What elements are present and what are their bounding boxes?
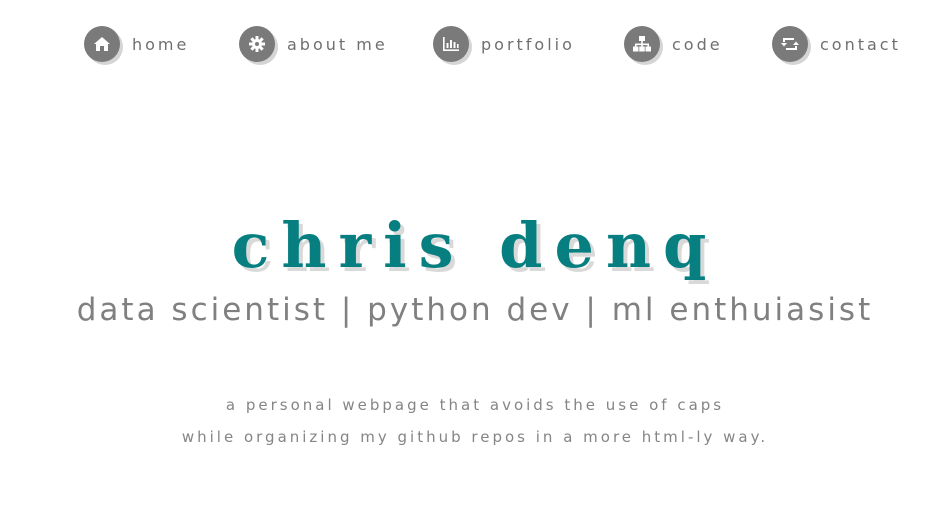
nav-label-portfolio: portfolio — [481, 34, 575, 54]
top-nav: home about me portfolio code contact — [0, 24, 950, 64]
hero-name: chris denq — [231, 209, 719, 282]
retweet-icon — [772, 26, 808, 62]
page: home about me portfolio code contact chr… — [0, 0, 950, 527]
home-icon — [84, 26, 120, 62]
nav-label-home: home — [132, 34, 190, 54]
nav-item-home[interactable]: home — [84, 24, 189, 64]
nav-item-portfolio[interactable]: portfolio — [433, 24, 575, 64]
tagline-line-2: while organizing my github repos in a mo… — [181, 428, 769, 446]
bar-chart-icon — [433, 26, 469, 62]
gear-icon — [239, 26, 275, 62]
nav-item-code[interactable]: code — [624, 24, 723, 64]
nav-label-contact: contact — [820, 34, 901, 54]
nav-label-about-me: about me — [287, 34, 388, 54]
hero-subtitle: data scientist | python dev | ml enthuia… — [76, 292, 874, 328]
nav-label-code: code — [672, 34, 723, 54]
nav-item-about-me[interactable]: about me — [239, 24, 388, 64]
tagline-line-1: a personal webpage that avoids the use o… — [225, 396, 725, 414]
nav-item-contact[interactable]: contact — [772, 24, 901, 64]
sitemap-icon — [624, 26, 660, 62]
